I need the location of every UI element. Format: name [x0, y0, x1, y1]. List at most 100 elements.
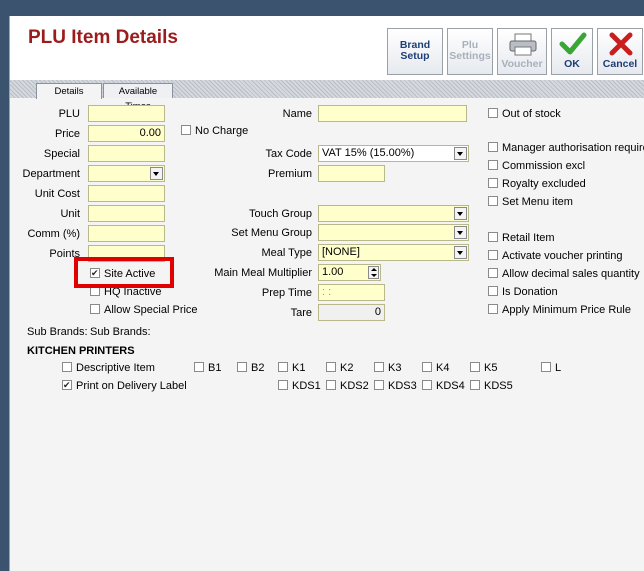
header: PLU Item Details Brand Setup Plu Setting… — [10, 16, 644, 80]
brand-setup-label-2: Setup — [400, 50, 430, 62]
special-field[interactable] — [88, 145, 165, 162]
spinner-arrows-icon[interactable] — [368, 266, 379, 279]
royalty-excluded-label: Royalty excluded — [502, 178, 586, 190]
allow-decimal-box — [488, 268, 498, 279]
printer-k2-checkbox[interactable]: K2 — [326, 361, 353, 375]
is-donation-label: Is Donation — [502, 286, 558, 298]
printer-k5-checkbox[interactable]: K5 — [470, 361, 497, 375]
brand-setup-button[interactable]: Brand Setup — [387, 28, 443, 75]
printer-kds5-box — [470, 380, 480, 391]
allow-special-price-checkbox[interactable]: Allow Special Price — [90, 303, 198, 317]
voucher-label: Voucher — [501, 58, 543, 70]
apply-min-price-checkbox[interactable]: Apply Minimum Price Rule — [488, 303, 631, 317]
chevron-down-icon[interactable] — [454, 226, 467, 239]
premium-label: Premium — [267, 168, 312, 180]
plu-settings-label-2: Settings — [449, 50, 491, 62]
descriptive-item-label: Descriptive Item — [76, 362, 155, 374]
touch-group-select[interactable] — [318, 205, 469, 222]
tare-field[interactable]: 0 — [318, 304, 385, 321]
royalty-excluded-checkbox[interactable]: Royalty excluded — [488, 177, 586, 191]
printer-kds2-box — [326, 380, 336, 391]
is-donation-checkbox[interactable]: Is Donation — [488, 285, 558, 299]
sub-brands-label-1: Sub Brands: — [27, 326, 88, 338]
unit-label: Unit — [60, 208, 80, 220]
retail-item-box — [488, 232, 498, 243]
printer-k2-label: K2 — [340, 362, 354, 374]
printer-kds4-checkbox[interactable]: KDS4 — [422, 379, 465, 393]
printer-b2-checkbox[interactable]: B2 — [237, 361, 264, 375]
meal-type-select[interactable]: [NONE] — [318, 244, 469, 261]
premium-field[interactable] — [318, 165, 385, 182]
page-title: PLU Item Details — [28, 27, 178, 48]
set-menu-item-box — [488, 196, 498, 207]
allow-decimal-label: Allow decimal sales quantity — [502, 268, 640, 280]
chevron-down-icon[interactable] — [454, 147, 467, 160]
tab-details[interactable]: Details — [36, 83, 102, 99]
printer-kds4-box — [422, 380, 432, 391]
apply-min-price-label: Apply Minimum Price Rule — [502, 304, 631, 316]
commission-excl-label: Commission excl — [502, 160, 586, 172]
tax-code-select[interactable]: VAT 15% (15.00%) — [318, 145, 469, 162]
descriptive-item-checkbox[interactable]: Descriptive Item — [62, 361, 155, 375]
printer-kds5-checkbox[interactable]: KDS5 — [470, 379, 513, 393]
retail-item-checkbox[interactable]: Retail Item — [488, 231, 555, 245]
allow-decimal-checkbox[interactable]: Allow decimal sales quantity — [488, 267, 640, 281]
comm-field[interactable] — [88, 225, 165, 242]
allow-special-price-label: Allow Special Price — [104, 304, 198, 316]
voucher-button[interactable]: Voucher — [497, 28, 547, 75]
printer-b2-box — [237, 362, 247, 373]
set-menu-item-checkbox[interactable]: Set Menu item — [488, 195, 573, 209]
tax-code-value: VAT 15% (15.00%) — [322, 147, 415, 159]
chevron-down-icon[interactable] — [454, 246, 467, 259]
commission-excl-checkbox[interactable]: Commission excl — [488, 159, 585, 173]
set-menu-group-label: Set Menu Group — [231, 227, 312, 239]
main-meal-multiplier-field[interactable]: 1.00 — [318, 264, 381, 281]
price-field[interactable]: 0.00 — [88, 125, 165, 142]
retail-item-label: Retail Item — [502, 232, 555, 244]
cancel-button[interactable]: Cancel — [597, 28, 643, 75]
chevron-down-icon[interactable] — [454, 207, 467, 220]
printer-kds3-checkbox[interactable]: KDS3 — [374, 379, 417, 393]
tab-strip: Details Available Times — [10, 80, 644, 112]
meal-type-label: Meal Type — [261, 247, 312, 259]
out-of-stock-checkbox[interactable]: Out of stock — [488, 107, 561, 121]
plu-field[interactable] — [88, 105, 165, 122]
printer-k4-label: K4 — [436, 362, 450, 374]
unit-cost-field[interactable] — [88, 185, 165, 202]
printer-kds2-checkbox[interactable]: KDS2 — [326, 379, 369, 393]
out-of-stock-box — [488, 108, 498, 119]
price-label: Price — [54, 128, 80, 140]
comm-label: Comm (%) — [27, 228, 80, 240]
manager-auth-checkbox[interactable]: Manager authorisation required — [488, 141, 644, 155]
printer-k3-checkbox[interactable]: K3 — [374, 361, 401, 375]
printer-b2-label: B2 — [251, 362, 265, 374]
printer-k1-checkbox[interactable]: K1 — [278, 361, 305, 375]
printer-k3-label: K3 — [388, 362, 402, 374]
name-label: Name — [282, 108, 312, 120]
prep-time-field[interactable]: : : — [318, 284, 385, 301]
printer-kds1-checkbox[interactable]: KDS1 — [278, 379, 321, 393]
printer-k5-box — [470, 362, 480, 373]
print-on-delivery-checkbox[interactable]: Print on Delivery Label — [62, 378, 187, 393]
set-menu-group-select[interactable] — [318, 224, 469, 241]
name-field[interactable] — [318, 105, 467, 122]
unit-field[interactable] — [88, 205, 165, 222]
activate-voucher-checkbox[interactable]: Activate voucher printing — [488, 249, 622, 263]
special-label: Special — [43, 148, 80, 160]
printer-b1-checkbox[interactable]: B1 — [194, 361, 221, 375]
tab-available-times[interactable]: Available Times — [103, 83, 173, 112]
no-charge-checkbox[interactable]: No Charge — [181, 124, 248, 138]
department-select[interactable] — [88, 165, 165, 182]
printer-k4-box — [422, 362, 432, 373]
chevron-down-icon[interactable] — [150, 167, 163, 180]
printer-k5-label: K5 — [484, 362, 498, 374]
plu-label: PLU — [58, 108, 80, 120]
printer-l-checkbox[interactable]: L — [541, 361, 561, 375]
printer-k1-box — [278, 362, 288, 373]
printer-k4-checkbox[interactable]: K4 — [422, 361, 449, 375]
ok-button[interactable]: OK — [551, 28, 593, 75]
plu-settings-button[interactable]: Plu Settings — [447, 28, 493, 75]
is-donation-box — [488, 286, 498, 297]
highlight-box — [74, 257, 174, 288]
points-label: Points — [49, 248, 80, 260]
